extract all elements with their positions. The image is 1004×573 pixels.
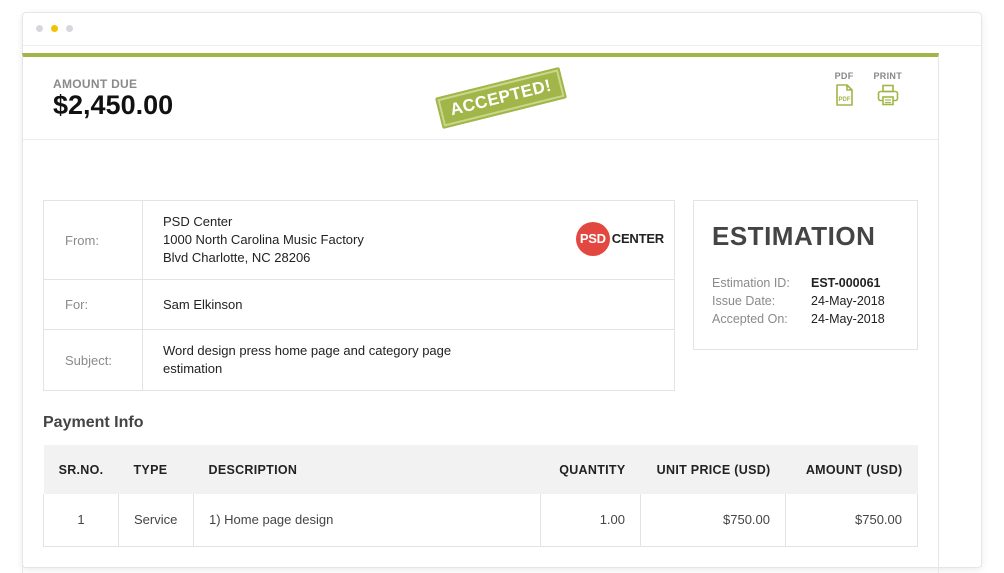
accepted-on-label: Accepted On: — [712, 312, 788, 326]
from-address: PSD Center 1000 North Carolina Music Fac… — [163, 213, 364, 267]
from-line-name: PSD Center — [163, 214, 233, 229]
estimation-id-value: EST-000061 — [811, 276, 881, 290]
from-label: From: — [44, 201, 143, 279]
payment-table-header: SR.NO. TYPE DESCRIPTION QUANTITY UNIT PR… — [43, 445, 918, 494]
cell-amount: $750.00 — [785, 494, 918, 547]
print-button-label: PRINT — [873, 71, 902, 81]
window-dot-maximize[interactable] — [66, 25, 73, 32]
cell-quantity: 1.00 — [540, 494, 641, 547]
subject-line-2: estimation — [163, 361, 223, 376]
pdf-button-label: PDF — [834, 71, 854, 81]
from-row: From: PSD Center 1000 North Carolina Mus… — [44, 201, 674, 280]
estimation-summary-box: ESTIMATION Estimation ID: EST-000061 Iss… — [693, 200, 918, 350]
payment-info-title: Payment Info — [43, 414, 144, 431]
window-dot-close[interactable] — [36, 25, 43, 32]
payment-table: SR.NO. TYPE DESCRIPTION QUANTITY UNIT PR… — [43, 445, 918, 547]
pdf-file-icon: PDF — [835, 84, 853, 106]
cell-type: Service — [118, 494, 194, 547]
for-label: For: — [44, 280, 143, 329]
issue-date-row: Issue Date: 24-May-2018 — [712, 292, 917, 310]
cell-unit-price: $750.00 — [640, 494, 786, 547]
cell-description: 1) Home page design — [193, 494, 541, 547]
for-row: For: Sam Elkinson — [44, 280, 674, 330]
accepted-on-row: Accepted On: 24-May-2018 — [712, 310, 917, 328]
window-dot-minimize[interactable] — [51, 25, 58, 32]
svg-text:PDF: PDF — [839, 97, 851, 103]
accepted-stamp: ACCEPTED! — [435, 67, 567, 129]
amount-due-label: AMOUNT DUE — [53, 77, 138, 91]
printer-icon — [877, 84, 899, 106]
estimate-document: AMOUNT DUE $2,450.00 ACCEPTED! PDF PDF P… — [22, 53, 939, 573]
subject-row: Subject: Word design press home page and… — [44, 330, 674, 390]
issue-date-value: 24-May-2018 — [811, 294, 885, 308]
col-header-type: TYPE — [118, 445, 194, 494]
party-info-box: From: PSD Center 1000 North Carolina Mus… — [43, 200, 675, 391]
document-header: AMOUNT DUE $2,450.00 ACCEPTED! PDF PDF P… — [23, 57, 938, 140]
from-line-city: Blvd Charlotte, NC 28206 — [163, 250, 311, 265]
col-header-quantity: QUANTITY — [540, 445, 641, 494]
window-titlebar — [23, 13, 981, 46]
from-line-street: 1000 North Carolina Music Factory — [163, 232, 364, 247]
logo-wordmark: CENTER — [611, 231, 664, 246]
logo-mark: PSD — [575, 222, 610, 256]
company-logo: PSD CENTER — [575, 222, 664, 256]
from-value: PSD Center 1000 North Carolina Music Fac… — [143, 201, 674, 279]
subject-text: Word design press home page and category… — [163, 342, 451, 378]
cell-srno: 1 — [43, 494, 119, 547]
col-header-unit-price: UNIT PRICE (USD) — [640, 445, 786, 494]
estimation-id-row: Estimation ID: EST-000061 — [712, 274, 917, 292]
issue-date-label: Issue Date: — [712, 294, 776, 308]
estimation-id-label: Estimation ID: — [712, 276, 790, 290]
document-actions: PDF PDF PRINT — [835, 71, 902, 106]
col-header-description: DESCRIPTION — [193, 445, 541, 494]
estimation-title: ESTIMATION — [712, 221, 876, 251]
estimation-details: Estimation ID: EST-000061 Issue Date: 24… — [712, 274, 917, 328]
print-button[interactable]: PRINT — [874, 71, 903, 106]
subject-label: Subject: — [44, 330, 143, 390]
table-row: 1 Service 1) Home page design 1.00 $750.… — [43, 494, 918, 547]
col-header-amount: AMOUNT (USD) — [785, 445, 918, 494]
pdf-button[interactable]: PDF PDF — [835, 71, 854, 106]
col-header-srno: SR.NO. — [43, 445, 119, 494]
subject-line-1: Word design press home page and category… — [163, 343, 452, 358]
for-value: Sam Elkinson — [163, 296, 243, 312]
subject-value: Word design press home page and category… — [143, 330, 674, 390]
accepted-on-value: 24-May-2018 — [811, 312, 885, 326]
amount-due-value: $2,450.00 — [53, 90, 174, 120]
